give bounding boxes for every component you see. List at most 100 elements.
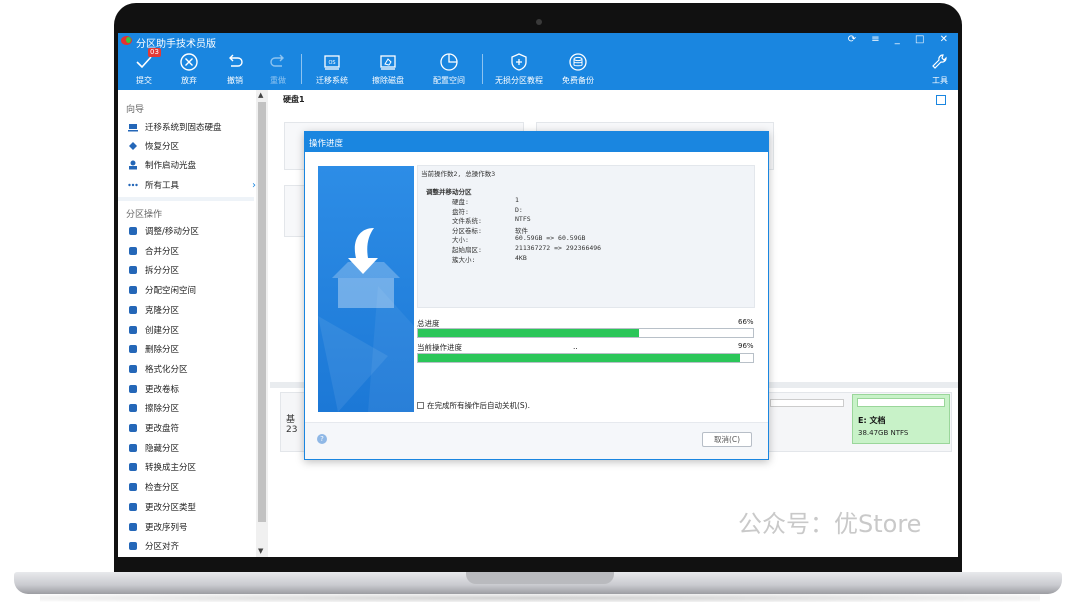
- shutdown-checkbox[interactable]: [417, 402, 424, 409]
- current-progress-label: 当前操作进度: [417, 343, 462, 352]
- progress-dialog: 操作进度 当前操作数2, 总操作数3 调整并移动分区 硬盘: 1 盘符: D: 文件系统…: [304, 131, 769, 460]
- detail-value: 1: [515, 196, 519, 204]
- shield-plus-icon: [509, 52, 529, 72]
- commit-label: 提交: [136, 76, 152, 85]
- sidebar-item-letter[interactable]: 更改盘符: [128, 419, 256, 437]
- total-progress-bar: [417, 328, 754, 338]
- detail-key: 分区卷标:: [452, 226, 482, 235]
- cancel-button[interactable]: 取消(C): [702, 432, 752, 447]
- sidebar-item-label: 恢复分区: [145, 142, 180, 152]
- operation-info-panel: 当前操作数2, 总操作数3 调整并移动分区 硬盘: 1 盘符: D: 文件系统: NTFS…: [417, 165, 755, 308]
- discard-button[interactable]: 放弃: [174, 50, 204, 90]
- sidebar-item-wipe[interactable]: 擦除分区: [128, 399, 256, 417]
- sidebar-divider: [118, 197, 254, 201]
- discard-label: 放弃: [181, 76, 197, 85]
- guide-header: 向导: [126, 105, 145, 115]
- current-progress-fill: [418, 354, 740, 362]
- ssd-icon: [128, 122, 138, 132]
- sidebar-scrollbar[interactable]: ▲ ▼: [256, 90, 268, 557]
- label-icon: [128, 384, 138, 394]
- tools-button[interactable]: 工具: [926, 50, 954, 90]
- detail-key: 硬盘:: [452, 198, 469, 206]
- sidebar-item-format[interactable]: 格式化分区: [128, 360, 256, 378]
- allocate-space-button[interactable]: 配置空间: [430, 50, 468, 90]
- camera-icon: [536, 19, 542, 25]
- backup-icon: [568, 52, 588, 72]
- align-icon: [128, 541, 138, 551]
- app-logo-icon: [121, 36, 132, 45]
- detail-value: 211367272 => 292366496: [515, 244, 602, 252]
- sidebar-item-check[interactable]: 检查分区: [128, 478, 256, 496]
- sidebar-item-label: 分配空闲空间: [145, 286, 197, 297]
- checkmark-icon: 03: [134, 48, 161, 72]
- sidebar: 向导 迁移系统到固态硬盘 恢复分区 制作启动光盘 所有工具 › 分区操作 调整/…: [118, 90, 268, 557]
- commit-button[interactable]: 03 提交: [130, 48, 161, 90]
- sidebar-item-clone[interactable]: 克隆分区: [128, 301, 256, 319]
- app-header: 分区助手技术员版 ⟳ ≡ _ □ ✕ 03 提交 放弃 撤销 重做 OS 迁移系…: [118, 33, 958, 90]
- detail-value: 软件: [515, 226, 528, 235]
- sidebar-item-merge[interactable]: 合并分区: [128, 242, 256, 260]
- sidebar-item-split[interactable]: 拆分分区: [128, 261, 256, 279]
- detail-key: 文件系统:: [452, 217, 482, 226]
- merge-icon: [128, 246, 138, 256]
- help-icon[interactable]: ?: [317, 434, 327, 444]
- laptop-notch: [466, 572, 614, 584]
- operation-name: 调整并移动分区: [426, 188, 472, 196]
- migrate-label: 迁移系统: [316, 76, 348, 85]
- shutdown-label: 在完成所有操作后自动关机(S).: [427, 401, 530, 410]
- sidebar-item-hide[interactable]: 隐藏分区: [128, 439, 256, 457]
- sidebar-item-convert[interactable]: 转换成主分区: [128, 458, 256, 476]
- detail-value: NTFS: [515, 215, 531, 224]
- current-progress-dots: ..: [573, 342, 578, 351]
- detail-value: 4KB: [515, 253, 527, 262]
- sidebar-item-label[interactable]: 更改卷标: [128, 380, 256, 398]
- ops-header: 分区操作: [126, 210, 163, 220]
- toolbar-divider-2: [482, 54, 483, 84]
- sidebar-item-resize[interactable]: 调整/移动分区: [128, 222, 256, 240]
- sidebar-item-all-tools[interactable]: 所有工具 ›: [128, 176, 256, 194]
- undo-icon: [225, 52, 245, 72]
- scroll-thumb[interactable]: [258, 102, 266, 522]
- sidebar-item-label: 克隆分区: [145, 305, 180, 316]
- undo-label: 撤销: [227, 76, 243, 85]
- sidebar-item-allocate[interactable]: 分配空闲空间: [128, 281, 256, 299]
- wipe-disk-button[interactable]: 擦除磁盘: [369, 50, 407, 90]
- shutdown-option[interactable]: 在完成所有操作后自动关机(S).: [417, 400, 530, 411]
- sidebar-item-create[interactable]: 创建分区: [128, 321, 256, 339]
- view-toggle-icon[interactable]: [936, 95, 946, 105]
- sidebar-item-bootdisk[interactable]: 制作启动光盘: [128, 156, 256, 174]
- toolbar-divider: [301, 54, 302, 84]
- sidebar-item-migrate-ssd[interactable]: 迁移系统到固态硬盘: [128, 118, 256, 136]
- sidebar-item-id[interactable]: 更改分区类型: [128, 498, 256, 516]
- sidebar-item-recover[interactable]: 恢复分区: [128, 137, 256, 155]
- disk2-type-text: 基 23: [286, 412, 297, 435]
- title-bar: 分区助手技术员版 ⟳ ≡ _ □ ✕: [118, 33, 958, 50]
- undo-button[interactable]: 撤销: [220, 50, 250, 90]
- tutorial-label: 无损分区教程: [495, 76, 543, 85]
- partition-e-card[interactable]: E: 文档 38.47GB NTFS: [852, 394, 950, 444]
- sidebar-item-delete[interactable]: 删除分区: [128, 340, 256, 358]
- wipe-label: 擦除磁盘: [372, 76, 404, 85]
- recover-icon: [128, 141, 138, 151]
- total-progress-fill: [418, 329, 640, 337]
- clone-icon: [128, 305, 138, 315]
- sidebar-item-label: 更改盘符: [145, 424, 180, 434]
- scroll-up-icon[interactable]: ▲: [258, 91, 263, 99]
- sidebar-item-label: 制作启动光盘: [145, 161, 197, 171]
- tutorial-button[interactable]: 无损分区教程: [492, 50, 546, 90]
- hide-icon: [128, 443, 138, 453]
- free-backup-button[interactable]: 免费备份: [559, 50, 597, 90]
- detail-value: D:: [515, 205, 523, 214]
- dialog-footer: ? 取消(C): [305, 422, 768, 459]
- sidebar-item-align[interactable]: 分区对齐: [128, 537, 256, 555]
- redo-button[interactable]: 重做: [263, 50, 293, 90]
- sidebar-item-serial[interactable]: 更改序列号: [128, 518, 256, 536]
- window-controls[interactable]: ⟳ ≡ _ □ ✕: [848, 34, 954, 45]
- dialog-title: 操作进度: [305, 132, 768, 152]
- check-icon: [128, 482, 138, 492]
- migrate-os-button[interactable]: OS 迁移系统: [313, 50, 351, 90]
- sidebar-item-label: 更改序列号: [145, 522, 188, 533]
- scroll-down-icon[interactable]: ▼: [258, 547, 263, 555]
- disk2-type: 基: [286, 415, 296, 425]
- sidebar-item-label: 擦除分区: [145, 404, 180, 415]
